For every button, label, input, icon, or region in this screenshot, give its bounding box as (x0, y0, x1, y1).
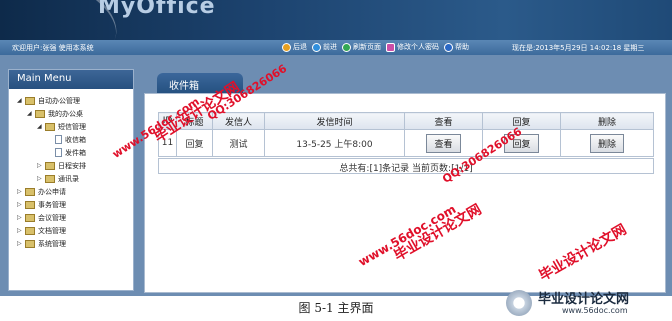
document-icon (55, 148, 62, 157)
sidebar-item[interactable]: ▷ 系统管理 (9, 237, 133, 250)
refresh-icon (342, 42, 351, 52)
sidebar-item[interactable]: ◢ 我的办公桌 (9, 107, 133, 120)
col-time: 发信时间 (264, 112, 405, 130)
main-menu: Main Menu ◢ 自动办公管理 ◢ 我的办公桌 ◢ 短信管理 收信箱 发件箱 ▷ 日程安排 ▷… (8, 69, 134, 291)
status-bar: 欢迎用户:张强 使用本系统 后退 前进 刷新页面 修改个人密码 帮助 现在是:2… (0, 40, 672, 55)
cell-view: 查看 (404, 129, 483, 157)
folder-icon (45, 122, 55, 131)
col-reply: 回复 (482, 112, 561, 130)
folder-icon (25, 187, 35, 196)
folder-icon (45, 161, 55, 170)
sidebar-item-label: 会议管理 (38, 213, 66, 222)
table-row: 11 回复 测试 13-5-25 上午8:00 查看 回复 删除 (158, 129, 654, 157)
application-screenshot: MyOffice 欢迎用户:张强 使用本系统 后退 前进 刷新页面 修改个人密码… (0, 0, 672, 296)
folder-icon (25, 213, 35, 222)
sidebar-item-label: 事务管理 (38, 200, 66, 209)
col-view: 查看 (404, 112, 483, 130)
forward-button[interactable]: 前进 (312, 42, 337, 52)
sidebar-item-label: 自动办公管理 (38, 96, 80, 105)
change-password-button[interactable]: 修改个人密码 (386, 42, 439, 52)
pager: 总共有:[1]条记录 当前页数:[1/1] (158, 158, 654, 174)
sidebar-item-label: 发件箱 (65, 148, 86, 157)
folder-icon (25, 200, 35, 209)
back-icon (282, 42, 291, 52)
expand-arrow-icon[interactable]: ▷ (37, 162, 43, 169)
delete-button[interactable]: 删除 (589, 133, 624, 153)
menu-tree: ◢ 自动办公管理 ◢ 我的办公桌 ◢ 短信管理收信箱发件箱 ▷ 日程安排 ▷ 通讯录 ▷ 办公申请 ▷ 事… (9, 89, 133, 250)
sidebar-item[interactable]: ▷ 日程安排 (9, 159, 133, 172)
collapse-arrow-icon[interactable]: ◢ (17, 97, 23, 104)
document-icon (55, 135, 62, 144)
collapse-arrow-icon[interactable]: ◢ (27, 110, 33, 117)
expand-arrow-icon[interactable]: ▷ (17, 227, 23, 234)
sidebar-item[interactable]: ▷ 事务管理 (9, 198, 133, 211)
sidebar-item[interactable]: ▷ 通讯录 (9, 172, 133, 185)
sidebar-item-label: 收信箱 (65, 135, 86, 144)
sidebar-item[interactable]: ◢ 自动办公管理 (9, 94, 133, 107)
site-logo-name: 毕业设计论文网 (538, 292, 630, 307)
sidebar-item[interactable]: ▷ 文档管理 (9, 224, 133, 237)
forward-icon (312, 42, 321, 52)
expand-arrow-icon[interactable]: ▷ (17, 188, 23, 195)
folder-icon (25, 239, 35, 248)
cell-delete: 删除 (560, 129, 654, 157)
folder-icon (45, 174, 55, 183)
toolbar-actions: 后退 前进 刷新页面 修改个人密码 帮助 (282, 42, 469, 52)
folder-icon (25, 96, 35, 105)
collapse-arrow-icon[interactable]: ◢ (37, 123, 43, 130)
sidebar-item[interactable]: ▷ 办公申请 (9, 185, 133, 198)
cell-title: 回复 (176, 129, 213, 157)
sidebar-item-label: 日程安排 (58, 161, 86, 170)
help-icon (444, 42, 453, 52)
expand-arrow-icon[interactable]: ▷ (17, 201, 23, 208)
sidebar-item-label: 通讯录 (58, 174, 79, 183)
col-delete: 删除 (560, 112, 654, 130)
refresh-button[interactable]: 刷新页面 (342, 42, 381, 52)
cell-time: 13-5-25 上午8:00 (264, 129, 405, 157)
view-button[interactable]: 查看 (426, 133, 461, 153)
sidebar-item[interactable]: ▷ 会议管理 (9, 211, 133, 224)
expand-arrow-icon[interactable]: ▷ (37, 175, 43, 182)
welcome-text: 欢迎用户:张强 使用本系统 (12, 44, 94, 52)
sidebar-item-label: 短信管理 (58, 122, 86, 131)
expand-arrow-icon[interactable]: ▷ (17, 214, 23, 221)
site-logo: 毕业设计论文网 www.56doc.com (502, 284, 670, 320)
lock-icon (386, 42, 395, 52)
header-banner: MyOffice (0, 0, 672, 40)
site-logo-url: www.56doc.com (562, 306, 628, 315)
sidebar-item-label: 文档管理 (38, 226, 66, 235)
menu-title: Main Menu (9, 70, 133, 89)
folder-icon (35, 109, 45, 118)
sidebar-item-label: 办公申请 (38, 187, 66, 196)
app-logo: MyOffice (98, 0, 216, 19)
expand-arrow-icon[interactable]: ▷ (17, 240, 23, 247)
back-button[interactable]: 后退 (282, 42, 307, 52)
sidebar-item[interactable]: 收信箱 (9, 133, 133, 146)
help-button[interactable]: 帮助 (444, 42, 469, 52)
table-header-row: ID 标题 发信人 发信时间 查看 回复 删除 (158, 112, 654, 130)
sidebar-item-label: 我的办公桌 (48, 109, 83, 118)
current-time: 现在是:2013年5月29日 14:02:18 星期三 (512, 44, 645, 52)
sidebar-item-label: 系统管理 (38, 239, 66, 248)
folder-icon (25, 226, 35, 235)
gear-icon (506, 290, 532, 316)
sidebar-item[interactable]: ◢ 短信管理 (9, 120, 133, 133)
cell-sender: 测试 (212, 129, 265, 157)
content-panel: ID 标题 发信人 发信时间 查看 回复 删除 11 回复 测试 13-5-25 (144, 93, 666, 293)
left-pane: Main Menu ◢ 自动办公管理 ◢ 我的办公桌 ◢ 短信管理 收信箱 发件箱 ▷ 日程安排 ▷… (0, 55, 140, 296)
inbox-table: ID 标题 发信人 发信时间 查看 回复 删除 11 回复 测试 13-5-25 (158, 112, 654, 157)
